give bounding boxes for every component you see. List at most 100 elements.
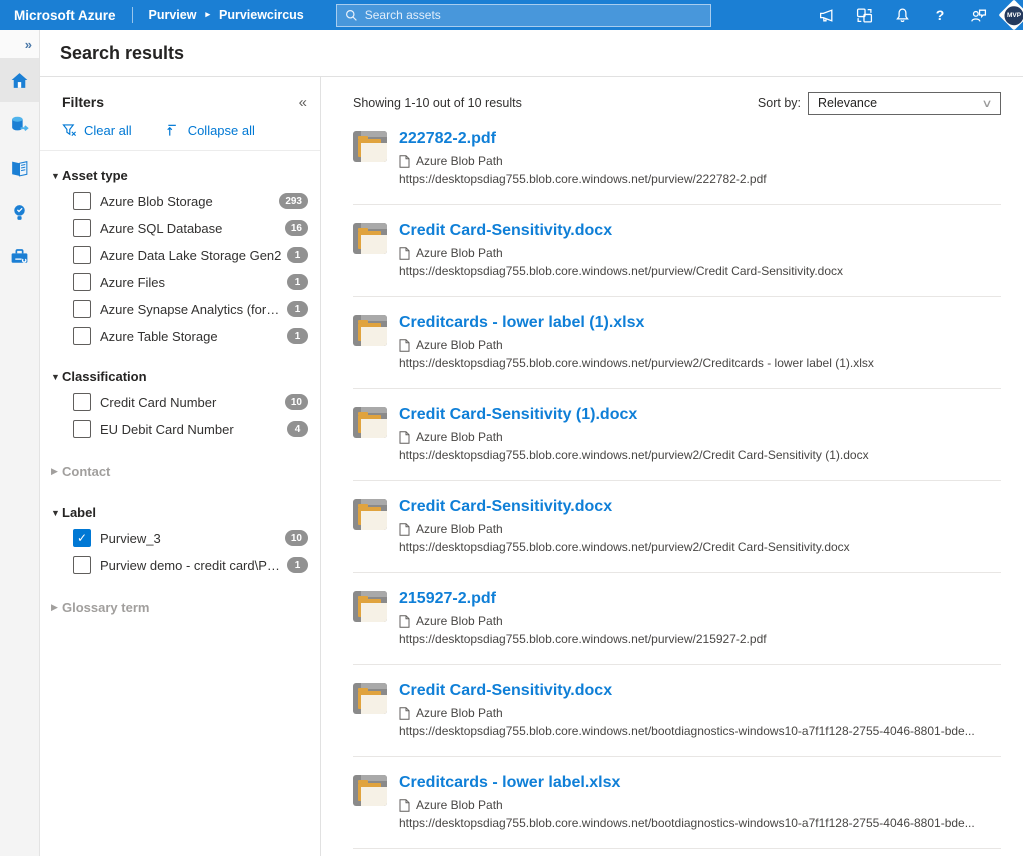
page-header: Search results xyxy=(40,30,1023,77)
feedback-icon[interactable] xyxy=(959,0,997,30)
filter-option: Purview demo - credit card\Purview... 1 xyxy=(62,556,308,574)
help-icon[interactable]: ? xyxy=(921,0,959,30)
result-title-link[interactable]: Creditcards - lower label (1).xlsx xyxy=(399,313,874,333)
announcements-icon[interactable] xyxy=(807,0,845,30)
result-item: Creditcards - lower label.xlsx Azure Blo… xyxy=(353,757,1001,849)
filter-option: Azure Synapse Analytics (formerly S... 1 xyxy=(62,300,308,318)
section-header[interactable]: ▼ Asset type xyxy=(51,168,308,183)
count-badge: 293 xyxy=(279,193,308,209)
result-title-link[interactable]: Credit Card-Sensitivity.docx xyxy=(399,221,843,241)
document-icon xyxy=(399,523,410,536)
azure-brand[interactable]: Microsoft Azure xyxy=(0,8,132,23)
document-icon xyxy=(399,615,410,628)
section-header[interactable]: ▼ Label xyxy=(51,505,308,520)
asset-type-label: Azure Blob Path xyxy=(416,246,503,260)
result-title-link[interactable]: Creditcards - lower label.xlsx xyxy=(399,773,975,793)
purview-search-page: Microsoft Azure Purview ▸ Purviewcircus xyxy=(0,0,1023,856)
breadcrumb-instance[interactable]: Purviewcircus xyxy=(219,8,304,22)
blob-container-icon xyxy=(353,683,387,714)
section-header[interactable]: ▶ Contact xyxy=(51,464,308,479)
sidebar-item-sources[interactable] xyxy=(0,102,39,146)
result-item: Credit Card-Sensitivity.docx Azure Blob … xyxy=(353,481,1001,573)
home-icon xyxy=(9,70,30,91)
blob-container-icon xyxy=(353,223,387,254)
checkbox-azure-data-lake[interactable] xyxy=(73,246,91,264)
blob-container-icon xyxy=(353,315,387,346)
count-badge: 1 xyxy=(287,328,308,344)
blob-container-icon xyxy=(353,499,387,530)
checkbox-azure-synapse[interactable] xyxy=(73,300,91,318)
filter-section-asset-type: ▼ Asset type Azure Blob Storage 293 Azur… xyxy=(40,168,320,345)
filter-option: ✓ Purview_3 10 xyxy=(62,529,308,547)
collapse-all-button[interactable]: Collapse all xyxy=(166,123,255,138)
results-summary: Showing 1-10 out of 10 results xyxy=(353,96,522,110)
checkbox-azure-files[interactable] xyxy=(73,273,91,291)
checkbox-purview-demo[interactable] xyxy=(73,556,91,574)
chevron-down-icon: ▼ xyxy=(51,508,62,518)
asset-type-label: Azure Blob Path xyxy=(416,338,503,352)
result-title-link[interactable]: 222782-2.pdf xyxy=(399,129,767,149)
section-header[interactable]: ▶ Glossary term xyxy=(51,600,308,615)
page-title: Search results xyxy=(60,43,184,64)
lightbulb-icon xyxy=(9,202,30,223)
count-badge: 16 xyxy=(285,220,308,236)
results-list: 222782-2.pdf Azure Blob Path https://des… xyxy=(353,113,1001,849)
left-nav: » xyxy=(0,30,40,856)
checkbox-eu-debit-card-number[interactable] xyxy=(73,420,91,438)
checkbox-credit-card-number[interactable] xyxy=(73,393,91,411)
account-avatar[interactable]: MVP xyxy=(997,0,1023,30)
sort-dropdown[interactable]: Relevance ∨ xyxy=(808,92,1001,115)
checkbox-purview-3[interactable]: ✓ xyxy=(73,529,91,547)
sidebar-item-management[interactable] xyxy=(0,234,39,278)
section-header[interactable]: ▼ Classification xyxy=(51,369,308,384)
book-icon xyxy=(9,158,30,179)
result-title-link[interactable]: Credit Card-Sensitivity.docx xyxy=(399,497,850,517)
collapse-all-icon xyxy=(166,123,181,138)
result-title-link[interactable]: Credit Card-Sensitivity.docx xyxy=(399,681,975,701)
notifications-icon[interactable] xyxy=(883,0,921,30)
filter-section-glossary-term: ▶ Glossary term xyxy=(40,600,320,615)
azure-top-bar: Microsoft Azure Purview ▸ Purviewcircus xyxy=(0,0,1023,30)
results-panel: Showing 1-10 out of 10 results Sort by: … xyxy=(321,77,1023,856)
sidebar-item-home[interactable] xyxy=(0,58,39,102)
checkbox-azure-table-storage[interactable] xyxy=(73,327,91,345)
count-badge: 10 xyxy=(285,394,308,410)
chevron-down-icon: ▼ xyxy=(51,372,62,382)
expand-nav-icon[interactable]: » xyxy=(0,30,39,58)
collapse-panel-icon[interactable]: « xyxy=(299,94,306,111)
asset-type-label: Azure Blob Path xyxy=(416,154,503,168)
filter-option: Azure SQL Database 16 xyxy=(62,219,308,237)
global-search-box[interactable] xyxy=(336,4,711,27)
filter-option: Azure Files 1 xyxy=(62,273,308,291)
sidebar-item-catalog[interactable] xyxy=(0,146,39,190)
global-search-input[interactable] xyxy=(365,8,702,22)
asset-path: https://desktopsdiag755.blob.core.window… xyxy=(399,356,874,370)
sidebar-item-insights[interactable] xyxy=(0,190,39,234)
asset-path: https://desktopsdiag755.blob.core.window… xyxy=(399,172,767,186)
document-icon xyxy=(399,707,410,720)
count-badge: 4 xyxy=(287,421,308,437)
filter-section-classification: ▼ Classification Credit Card Number 10 E… xyxy=(40,369,320,438)
filter-option: Azure Blob Storage 293 xyxy=(62,192,308,210)
count-badge: 10 xyxy=(285,530,308,546)
blob-container-icon xyxy=(353,131,387,162)
blob-container-icon xyxy=(353,591,387,622)
switch-directory-icon[interactable] xyxy=(845,0,883,30)
toolbox-icon xyxy=(9,246,30,267)
asset-path: https://desktopsdiag755.blob.core.window… xyxy=(399,724,975,738)
result-title-link[interactable]: Credit Card-Sensitivity (1).docx xyxy=(399,405,869,425)
breadcrumb-app[interactable]: Purview xyxy=(149,8,197,22)
checkbox-azure-blob-storage[interactable] xyxy=(73,192,91,210)
result-title-link[interactable]: 215927-2.pdf xyxy=(399,589,767,609)
result-item: Creditcards - lower label (1).xlsx Azure… xyxy=(353,297,1001,389)
asset-type-label: Azure Blob Path xyxy=(416,798,503,812)
checkbox-azure-sql-database[interactable] xyxy=(73,219,91,237)
blob-container-icon xyxy=(353,775,387,806)
clear-all-button[interactable]: Clear all xyxy=(62,123,132,138)
count-badge: 1 xyxy=(287,247,308,263)
asset-type-label: Azure Blob Path xyxy=(416,522,503,536)
asset-path: https://desktopsdiag755.blob.core.window… xyxy=(399,264,843,278)
result-item: 222782-2.pdf Azure Blob Path https://des… xyxy=(353,113,1001,205)
asset-type-label: Azure Blob Path xyxy=(416,430,503,444)
result-item: Credit Card-Sensitivity (1).docx Azure B… xyxy=(353,389,1001,481)
